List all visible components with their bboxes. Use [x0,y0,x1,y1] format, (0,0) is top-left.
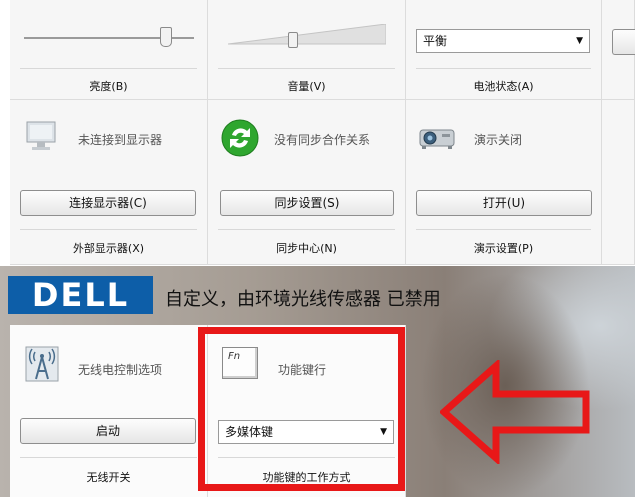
battery-plan-select[interactable]: 平衡 ▼ [416,29,590,53]
battery-tile: 平衡 ▼ 电池状态(A) [406,0,602,100]
volume-slider-thumb[interactable] [288,32,298,48]
battery-plan-value: 平衡 [423,34,448,48]
display-status: 未连接到显示器 [78,133,163,147]
ambient-sensor-message: 自定义，由环境光线传感器 已禁用 [165,289,441,310]
wireless-enable-button[interactable]: 启动 [20,418,196,444]
volume-tile: 音量(V) [208,0,406,100]
sync-icon [221,119,259,157]
monitor-icon [26,121,56,150]
brightness-slider-thumb[interactable] [160,27,172,47]
divider [20,68,197,69]
presentation-on-button[interactable]: 打开(U) [416,190,592,216]
sync-settings-button[interactable]: 同步设置(S) [220,190,394,216]
highlight-box [198,327,405,491]
presentation-tile: 演示关闭 打开(U) 演示设置(P) [406,100,602,265]
wireless-tile: 无线电控制选项 启动 无线开关 [10,325,208,497]
brightness-label: 亮度(B) [89,80,128,93]
divider [20,457,197,458]
sync-status: 没有同步合作关系 [274,133,371,147]
divider [218,229,395,230]
wireless-tower-icon [25,346,59,382]
connect-display-button[interactable]: 连接显示器(C) [20,190,196,216]
volume-slider-track[interactable] [228,24,386,46]
wireless-status: 无线电控制选项 [78,363,163,377]
dell-banner: DELL 自定义，由环境光线传感器 已禁用 [0,270,635,318]
presentation-settings-label: 演示设置(P) [473,242,534,255]
projector-icon [419,129,455,149]
partial-button[interactable] [612,29,635,55]
pointer-arrow-icon [440,360,590,464]
sync-center-tile: 没有同步合作关系 同步设置(S) 同步中心(N) [208,100,406,265]
chevron-down-icon: ▼ [576,36,583,46]
divider [20,229,197,230]
external-display-label: 外部显示器(X) [72,242,145,255]
volume-label: 音量(V) [287,80,326,93]
wireless-switch-label: 无线开关 [86,471,131,484]
partial-tile-2 [602,100,635,265]
mobility-center-window: 亮度(B) 音量(V) 平衡 ▼ 电池状态(A) 未连接到显示器 连接显示器(C… [0,0,635,497]
external-display-tile: 未连接到显示器 连接显示器(C) 外部显示器(X) [10,100,208,265]
divider [218,68,395,69]
brightness-tile: 亮度(B) [10,0,208,100]
partial-tile [602,0,635,100]
divider [416,229,591,230]
sync-center-label: 同步中心(N) [276,242,337,255]
dell-logo: DELL [8,276,153,314]
battery-label: 电池状态(A) [473,80,534,93]
presentation-status: 演示关闭 [474,133,523,147]
divider [416,68,591,69]
